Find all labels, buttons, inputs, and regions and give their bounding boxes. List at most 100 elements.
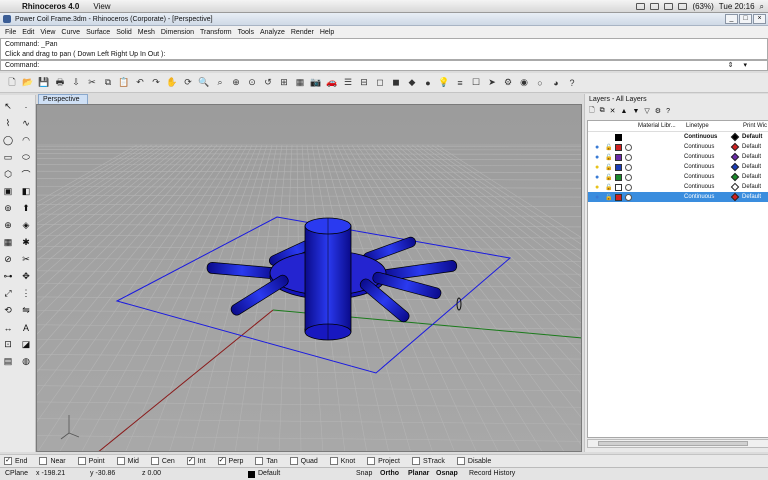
- scroll-up-icon[interactable]: ⇕: [728, 61, 734, 71]
- app-name[interactable]: Rhinoceros 4.0: [22, 2, 79, 11]
- color-icon[interactable]: ◕: [549, 76, 563, 90]
- save-icon[interactable]: 💾: [37, 76, 51, 90]
- col-linetype[interactable]: Linetype: [686, 123, 709, 129]
- osnap-strack[interactable]: STrack: [411, 457, 445, 465]
- menu-analyze[interactable]: Analyze: [257, 29, 288, 36]
- lightbulb-icon[interactable]: ●: [595, 144, 599, 151]
- properties-icon[interactable]: ☐: [469, 76, 483, 90]
- menu-render[interactable]: Render: [288, 29, 317, 36]
- undo-view-icon[interactable]: ↺: [261, 76, 275, 90]
- move-icon[interactable]: ✥: [18, 269, 34, 284]
- layer-row[interactable]: ● 🔓 Continuous Default: [588, 152, 768, 162]
- polyline-icon[interactable]: ⌇: [0, 116, 16, 131]
- select-arrow-icon[interactable]: ↖: [0, 99, 16, 114]
- checkbox[interactable]: [329, 457, 338, 465]
- grid-icon[interactable]: ▦: [293, 76, 307, 90]
- osnap-cen[interactable]: Cen: [150, 457, 175, 465]
- menu-help[interactable]: Help: [317, 29, 337, 36]
- extrude-icon[interactable]: ⬆: [18, 201, 34, 216]
- record-history-toggle[interactable]: Record History: [469, 470, 515, 477]
- move-up-icon[interactable]: ▲: [621, 108, 628, 115]
- join-icon[interactable]: ⊶: [0, 269, 16, 284]
- osnap-end[interactable]: ✓ End: [4, 457, 27, 465]
- redo-icon[interactable]: ↷: [149, 76, 163, 90]
- light-icon[interactable]: 💡: [437, 76, 451, 90]
- print-color-icon[interactable]: [730, 152, 740, 162]
- layers-hscroll[interactable]: [587, 439, 768, 448]
- polygon-icon[interactable]: ⬡: [0, 167, 16, 182]
- layer-row[interactable]: ● 🔓 Continuous Default: [588, 172, 768, 182]
- battery-icon[interactable]: [678, 3, 688, 10]
- curve-icon[interactable]: ∿: [18, 116, 34, 131]
- print-color-icon[interactable]: [730, 182, 740, 192]
- checkbox[interactable]: [150, 457, 159, 465]
- print-color-icon[interactable]: [730, 172, 740, 182]
- checkbox[interactable]: [367, 457, 376, 465]
- menu-curve[interactable]: Curve: [58, 29, 83, 36]
- zoom-dynamic-icon[interactable]: 🔍: [197, 76, 211, 90]
- layer-icon[interactable]: ≡: [453, 76, 467, 90]
- osnap-quad[interactable]: Quad: [289, 457, 318, 465]
- lock-icon[interactable]: 🔓: [605, 144, 612, 151]
- material-icon[interactable]: [625, 173, 632, 181]
- layer-linetype[interactable]: Continuous: [684, 174, 714, 180]
- dimension-icon[interactable]: ↔: [0, 320, 16, 335]
- ellipse-icon[interactable]: ⬭: [18, 150, 34, 165]
- layer-color-swatch[interactable]: [615, 193, 622, 201]
- checkbox[interactable]: [39, 457, 48, 465]
- cut-icon[interactable]: ✂: [85, 76, 99, 90]
- open-icon[interactable]: 📂: [21, 76, 35, 90]
- scale-icon[interactable]: ⤢: [0, 286, 16, 301]
- close-button[interactable]: ×: [753, 14, 766, 24]
- layer-linetype[interactable]: Continuous: [684, 194, 714, 200]
- mac-menu-view[interactable]: View: [93, 2, 110, 11]
- scroll-thumb[interactable]: [598, 441, 748, 446]
- col-material[interactable]: Material Libr...: [638, 123, 676, 129]
- box-icon[interactable]: ▣: [0, 184, 16, 199]
- layer-color-swatch[interactable]: [615, 143, 622, 151]
- layer-print-width[interactable]: Default: [742, 174, 761, 180]
- print-color-icon[interactable]: [730, 192, 740, 202]
- checkbox[interactable]: [411, 457, 420, 465]
- material-icon[interactable]: [625, 183, 632, 191]
- layer-linetype[interactable]: Continuous: [684, 144, 714, 150]
- help-icon[interactable]: ?: [565, 76, 579, 90]
- lightbulb-icon[interactable]: ●: [595, 184, 599, 191]
- layers-table[interactable]: Material Libr... Linetype Print Wic Cont…: [587, 120, 768, 438]
- col-print-width[interactable]: Print Wic: [743, 123, 767, 129]
- group-icon[interactable]: ⊡: [0, 337, 16, 352]
- lightbulb-icon[interactable]: ●: [595, 194, 599, 201]
- print-color-icon[interactable]: [730, 162, 740, 172]
- new-icon[interactable]: 🗋: [5, 76, 19, 90]
- lightbulb-icon[interactable]: ●: [595, 164, 599, 171]
- layer-color-swatch[interactable]: [615, 163, 622, 171]
- help-icon[interactable]: ?: [666, 108, 670, 115]
- viewport-tab[interactable]: Perspective: [38, 94, 88, 104]
- arc-icon[interactable]: ◠: [18, 133, 34, 148]
- osnap-near[interactable]: Near: [39, 457, 66, 465]
- spotlight-icon[interactable]: ⌕: [760, 2, 764, 12]
- osnap-int[interactable]: ✓ Int: [186, 457, 206, 465]
- new-layer-icon[interactable]: 🗋: [589, 106, 595, 117]
- checkbox[interactable]: [77, 457, 86, 465]
- lightbulb-icon[interactable]: ●: [595, 154, 599, 161]
- paste-icon[interactable]: 📋: [117, 76, 131, 90]
- material-icon[interactable]: [625, 193, 632, 201]
- copy-icon[interactable]: ⧉: [101, 76, 115, 90]
- material-icon[interactable]: [625, 163, 632, 171]
- layer-row[interactable]: ● 🔓 Continuous Default: [588, 162, 768, 172]
- dropdown-icon[interactable]: ▾: [743, 61, 747, 71]
- print-icon[interactable]: 🖶: [53, 76, 67, 90]
- circle-icon[interactable]: ◯: [0, 133, 16, 148]
- clock[interactable]: Tue 20:16: [719, 2, 755, 11]
- checkbox[interactable]: [289, 457, 298, 465]
- lock-icon[interactable]: 🔓: [605, 184, 612, 191]
- osnap-toggle[interactable]: Osnap: [436, 470, 458, 477]
- zoom-window-icon[interactable]: ⌕: [213, 76, 227, 90]
- material-icon[interactable]: [625, 143, 632, 151]
- command-line[interactable]: Command: ⇕ ▾: [0, 60, 768, 71]
- shaded-icon[interactable]: ◼: [389, 76, 403, 90]
- osnap-point[interactable]: Point: [77, 457, 105, 465]
- layer-print-width[interactable]: Default: [742, 194, 761, 200]
- layer-print-width[interactable]: Default: [742, 164, 761, 170]
